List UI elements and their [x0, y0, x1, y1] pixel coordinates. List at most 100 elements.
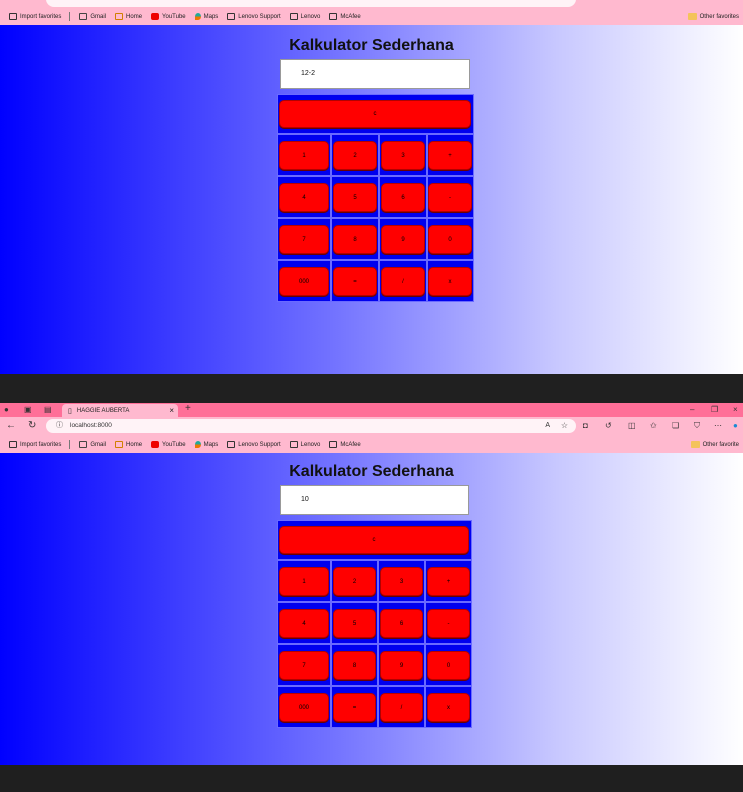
minimize-icon[interactable]: –	[690, 405, 694, 415]
key-multiply[interactable]: x	[427, 693, 470, 722]
read-aloud-icon[interactable]: A	[545, 419, 550, 433]
tab-bar: ● ▣ ▤ ▯ HAGGIE AUBERTA × + – ❐ ×	[0, 403, 743, 417]
tab-active[interactable]: ▯ HAGGIE AUBERTA ×	[62, 404, 178, 417]
youtube-icon	[151, 441, 160, 448]
key-1[interactable]: 1	[279, 567, 329, 596]
collections-icon[interactable]: ❏	[672, 421, 679, 431]
favorite-youtube[interactable]: YouTube	[151, 13, 186, 20]
close-tab-icon[interactable]: ×	[169, 406, 174, 415]
sync-icon[interactable]: ↺	[605, 421, 612, 431]
favorites-icon[interactable]: ✩	[650, 421, 657, 431]
key-8[interactable]: 8	[333, 225, 377, 254]
extension-icon[interactable]: ◘	[583, 421, 588, 431]
favorite-youtube[interactable]: YouTube	[151, 441, 186, 448]
key-plus[interactable]: +	[428, 141, 472, 170]
favorites-bar-top: Import favorites Gmail Home YouTube Maps…	[0, 8, 743, 25]
key-divide[interactable]: /	[381, 267, 425, 296]
key-multiply[interactable]: x	[428, 267, 472, 296]
calculator-keypad: c 1 2 3 + 4 5 6 - 7 8 9 0 000 = / x	[277, 520, 472, 728]
favorite-maps[interactable]: Maps	[194, 441, 218, 448]
url-field[interactable]: ⓘ localhost:8000 A ☆	[46, 419, 576, 433]
split-screen-icon[interactable]: ◫	[628, 421, 636, 431]
page-icon	[329, 13, 338, 20]
favorite-import[interactable]: Import favorites	[9, 13, 61, 20]
key-divide[interactable]: /	[380, 693, 423, 722]
close-window-icon[interactable]: ×	[733, 405, 738, 415]
favorite-lenovo-support[interactable]: Lenovo Support	[227, 441, 281, 448]
key-6[interactable]: 6	[381, 183, 425, 212]
info-icon: ⓘ	[56, 422, 63, 429]
calculator-display: 10	[280, 485, 469, 515]
favorite-home[interactable]: Home	[115, 13, 142, 20]
new-tab-button[interactable]: +	[185, 404, 191, 414]
key-5[interactable]: 5	[333, 183, 377, 212]
favorite-lenovo[interactable]: Lenovo	[289, 441, 320, 448]
key-9[interactable]: 9	[380, 651, 423, 680]
taskbar-gap	[0, 374, 743, 403]
clear-button[interactable]: c	[279, 526, 469, 554]
divider	[69, 12, 71, 21]
copilot-icon[interactable]: ●	[733, 421, 738, 431]
calculator-keypad: c 1 2 3 + 4 5 6 - 7 8 9 0 000 = / x	[277, 94, 474, 302]
favorite-mcafee[interactable]: McAfee	[329, 13, 361, 20]
key-2[interactable]: 2	[333, 141, 377, 170]
key-7[interactable]: 7	[279, 651, 329, 680]
back-icon[interactable]: ←	[6, 421, 16, 431]
clear-button[interactable]: c	[279, 100, 471, 128]
home-icon	[115, 441, 124, 448]
favorite-lenovo-support[interactable]: Lenovo Support	[227, 13, 281, 20]
key-000[interactable]: 000	[279, 267, 329, 296]
favorite-star-icon[interactable]: ☆	[561, 419, 568, 433]
mail-icon	[79, 441, 88, 448]
favorite-home[interactable]: Home	[115, 441, 142, 448]
page-icon: ▯	[68, 407, 72, 415]
key-1[interactable]: 1	[279, 141, 329, 170]
key-6[interactable]: 6	[380, 609, 423, 638]
key-equals[interactable]: =	[333, 693, 376, 722]
key-0[interactable]: 0	[427, 651, 470, 680]
key-5[interactable]: 5	[333, 609, 376, 638]
restore-icon[interactable]: ❐	[711, 405, 718, 415]
key-2[interactable]: 2	[333, 567, 376, 596]
more-icon[interactable]: ⋯	[714, 421, 722, 431]
favorite-gmail[interactable]: Gmail	[79, 441, 106, 448]
favorite-import[interactable]: Import favorites	[9, 441, 61, 448]
youtube-icon	[151, 13, 160, 20]
page-icon	[227, 441, 236, 448]
key-7[interactable]: 7	[279, 225, 329, 254]
key-9[interactable]: 9	[381, 225, 425, 254]
key-3[interactable]: 3	[381, 141, 425, 170]
workspaces-icon[interactable]: ▣	[24, 405, 32, 415]
refresh-icon[interactable]: ↻	[28, 421, 36, 431]
calculator-display: 12-2	[280, 59, 470, 89]
page-icon	[227, 13, 236, 20]
page-icon	[289, 13, 298, 20]
page-content-top: Kalkulator Sederhana 12-2 c 1 2 3 + 4 5 …	[0, 25, 743, 374]
shield-icon[interactable]: ⛉	[694, 421, 700, 431]
key-000[interactable]: 000	[279, 693, 329, 722]
key-minus[interactable]: -	[428, 183, 472, 212]
favorite-mcafee[interactable]: McAfee	[329, 441, 361, 448]
import-icon	[9, 13, 17, 20]
key-plus[interactable]: +	[427, 567, 470, 596]
address-bar: ← ↻ ⓘ localhost:8000 A ☆ ◘ ↺ ◫ ✩ ❏ ⛉ ⋯ ●	[0, 417, 743, 436]
folder-icon	[690, 441, 700, 448]
key-4[interactable]: 4	[279, 183, 329, 212]
favorite-lenovo[interactable]: Lenovo	[289, 13, 320, 20]
folder-icon	[687, 13, 697, 20]
key-8[interactable]: 8	[333, 651, 376, 680]
tab-actions-icon[interactable]: ▤	[44, 405, 52, 415]
favorites-bar: Import favorites Gmail Home YouTube Maps…	[0, 436, 743, 453]
key-4[interactable]: 4	[279, 609, 329, 638]
favorite-maps[interactable]: Maps	[194, 13, 218, 20]
profile-icon[interactable]: ●	[4, 405, 9, 415]
other-favorites-top[interactable]: Other favorites	[687, 13, 739, 20]
key-0[interactable]: 0	[428, 225, 472, 254]
key-equals[interactable]: =	[333, 267, 377, 296]
page-title: Kalkulator Sederhana	[289, 463, 454, 480]
key-minus[interactable]: -	[427, 609, 470, 638]
key-3[interactable]: 3	[380, 567, 423, 596]
favorite-gmail[interactable]: Gmail	[79, 13, 106, 20]
url-field-top[interactable]: localhost:8000	[46, 0, 576, 7]
other-favorites[interactable]: Other favorite	[690, 441, 739, 448]
